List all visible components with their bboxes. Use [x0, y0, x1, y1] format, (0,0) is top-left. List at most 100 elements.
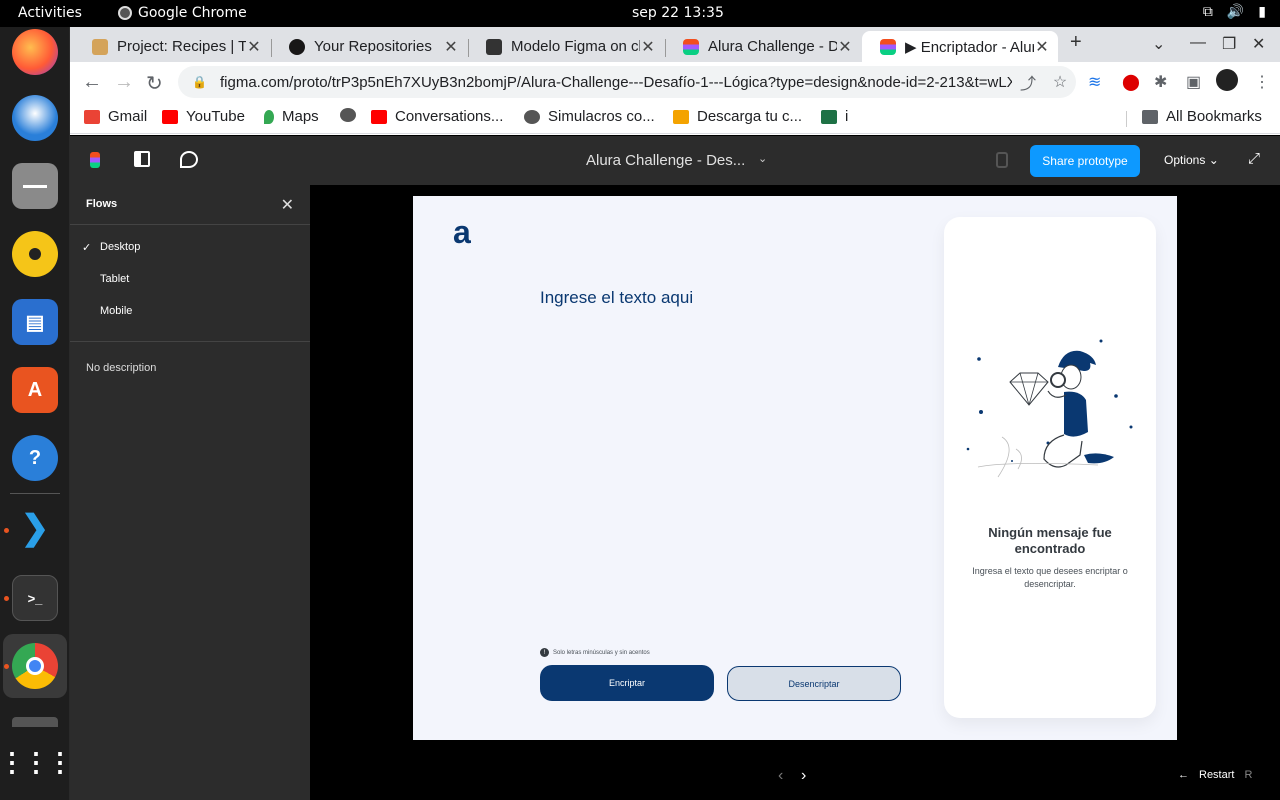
- bookmark-conversations[interactable]: Conversations...: [371, 108, 503, 125]
- bookmark-maps[interactable]: Maps: [264, 108, 319, 125]
- figma-logo-icon[interactable]: [90, 152, 100, 168]
- tab-search-icon[interactable]: ⌄: [1152, 34, 1165, 54]
- bookmark-gmail[interactable]: Gmail: [84, 108, 147, 125]
- close-window-icon[interactable]: ✕: [1252, 34, 1265, 54]
- help-icon[interactable]: ?: [12, 435, 58, 481]
- profile-avatar[interactable]: [1216, 69, 1238, 91]
- decrypt-button[interactable]: Desencriptar: [727, 666, 901, 701]
- tab-title: Project: Recipes | Th: [117, 38, 246, 55]
- github-icon: [289, 38, 305, 55]
- bookmark-star-icon[interactable]: ☆: [1044, 72, 1076, 92]
- bookmark-label: Maps: [282, 108, 319, 125]
- firefox-icon[interactable]: [12, 29, 58, 75]
- thunderbird-icon[interactable]: [12, 95, 58, 141]
- chrome-icon[interactable]: [12, 643, 58, 689]
- rhythmbox-icon[interactable]: [12, 231, 58, 277]
- close-icon[interactable]: ✕: [640, 37, 656, 57]
- volume-icon: 🔊: [1226, 4, 1245, 20]
- extensions-puzzle-icon[interactable]: ✱: [1154, 72, 1167, 92]
- address-bar[interactable]: 🔒 figma.com/proto/trP3p5nEh7XUyB3n2bomjP…: [178, 66, 1076, 98]
- bookmark-label: Conversations...: [395, 108, 504, 125]
- side-panel-icon[interactable]: ▣: [1186, 72, 1201, 92]
- files-icon[interactable]: [12, 163, 58, 209]
- all-bookmarks-folder[interactable]: All Bookmarks: [1142, 108, 1262, 125]
- flow-item-desktop[interactable]: Desktop: [100, 241, 140, 253]
- extension-wifi-icon[interactable]: ≋: [1088, 72, 1101, 92]
- prototype-canvas: a Ingrese el texto aqui ! Solo letras mi…: [310, 185, 1280, 800]
- comment-icon[interactable]: [180, 151, 198, 168]
- share-prototype-button[interactable]: Share prototype: [1030, 145, 1140, 177]
- running-indicator: [4, 664, 9, 669]
- app-menu[interactable]: Google Chrome: [118, 5, 247, 21]
- info-icon: !: [540, 648, 549, 657]
- fullscreen-icon[interactable]: ⤢: [1248, 150, 1260, 167]
- restart-button[interactable]: ← Restart R: [1178, 769, 1252, 781]
- bookmark-globe[interactable]: [340, 108, 364, 122]
- site-icon: [673, 109, 689, 124]
- options-menu[interactable]: Options ⌄: [1164, 153, 1219, 167]
- terminal-icon[interactable]: >_: [12, 575, 58, 621]
- restart-arrow-icon: ←: [1178, 769, 1189, 781]
- minimize-icon[interactable]: —: [1190, 34, 1206, 52]
- network-icon: ⧉: [1202, 4, 1213, 20]
- globe-icon: [524, 109, 540, 124]
- extension-opera-icon[interactable]: ⬤: [1122, 72, 1140, 92]
- flow-item-mobile[interactable]: Mobile: [100, 305, 132, 317]
- close-icon[interactable]: ✕: [837, 37, 853, 57]
- alura-logo: a: [453, 214, 471, 250]
- app-center-icon[interactable]: A: [12, 367, 58, 413]
- checkmark-icon: ✓: [82, 242, 92, 254]
- share-icon[interactable]: ⤴: [1012, 70, 1044, 94]
- tab-favicon: [92, 38, 108, 55]
- reload-icon[interactable]: ↻: [146, 71, 163, 96]
- sidebar-toggle-icon[interactable]: [134, 151, 150, 167]
- encrypt-button[interactable]: Encriptar: [540, 665, 714, 701]
- tab-modelo-figma[interactable]: Modelo Figma on cl ✕: [468, 31, 664, 62]
- previous-screen-icon[interactable]: ‹: [778, 767, 783, 785]
- bookmark-i[interactable]: i: [821, 108, 848, 125]
- tab-title: ▶ Encriptador - Alur: [905, 38, 1034, 56]
- system-tray[interactable]: ⧉ 🔊 ▮: [1203, 4, 1266, 20]
- avatar[interactable]: [996, 152, 1008, 168]
- tab-title: Your Repositories: [314, 38, 432, 55]
- dock-partial-item: [12, 717, 58, 727]
- tab-encriptador[interactable]: ▶ Encriptador - Alur ✕: [862, 31, 1058, 62]
- tab-alura-challenge[interactable]: Alura Challenge - De ✕: [665, 31, 861, 62]
- folder-icon: [1142, 109, 1158, 124]
- browser-toolbar: ← → ↻ 🔒 figma.com/proto/trP3p5nEh7XUyB3n…: [70, 62, 1280, 102]
- running-indicator: [4, 596, 9, 601]
- text-input-placeholder[interactable]: Ingrese el texto aqui: [540, 288, 693, 308]
- flow-item-tablet[interactable]: Tablet: [100, 273, 129, 285]
- tab-recipes[interactable]: Project: Recipes | Th ✕: [74, 31, 270, 62]
- options-label: Options: [1164, 153, 1206, 167]
- close-icon[interactable]: ✕: [1034, 37, 1050, 57]
- globe-icon: [340, 108, 356, 122]
- activities-button[interactable]: Activities: [18, 5, 82, 21]
- forward-icon[interactable]: →: [114, 71, 134, 94]
- show-apps-icon[interactable]: ⋮⋮⋮: [0, 739, 73, 785]
- back-icon[interactable]: ←: [82, 71, 102, 94]
- bookmark-youtube[interactable]: YouTube: [162, 108, 245, 125]
- restore-icon[interactable]: ❐: [1222, 34, 1236, 54]
- bookmark-simulacros[interactable]: Simulacros co...: [524, 108, 655, 125]
- close-icon[interactable]: ✕: [246, 37, 262, 57]
- vscode-icon[interactable]: ❯: [12, 505, 58, 551]
- file-title[interactable]: Alura Challenge - Des...: [586, 152, 745, 169]
- close-icon[interactable]: ✕: [443, 37, 459, 57]
- bookmark-label: i: [845, 108, 849, 125]
- output-card: Ningún mensaje fue encontrado Ingresa el…: [944, 217, 1156, 718]
- menu-kebab-icon[interactable]: ⋮: [1254, 72, 1270, 92]
- chevron-down-icon[interactable]: ⌄: [758, 152, 767, 165]
- tab-repositories[interactable]: Your Repositories ✕: [271, 31, 467, 62]
- bookmark-descarga[interactable]: Descarga tu c...: [673, 108, 802, 125]
- bookmark-label: Descarga tu c...: [697, 108, 803, 125]
- new-tab-icon[interactable]: +: [1070, 31, 1082, 54]
- browser-window: Project: Recipes | Th ✕ Your Repositorie…: [70, 27, 1280, 135]
- battery-icon: ▮: [1258, 4, 1266, 20]
- close-icon[interactable]: ✕: [281, 195, 294, 215]
- url-text: figma.com/proto/trP3p5nEh7XUyB3n2bomjP/A…: [220, 73, 1012, 91]
- next-screen-icon[interactable]: ›: [801, 767, 806, 785]
- clock[interactable]: sep 22 13:35: [632, 5, 724, 21]
- sheets-icon: [821, 109, 837, 124]
- libreoffice-writer-icon[interactable]: ▤: [12, 299, 58, 345]
